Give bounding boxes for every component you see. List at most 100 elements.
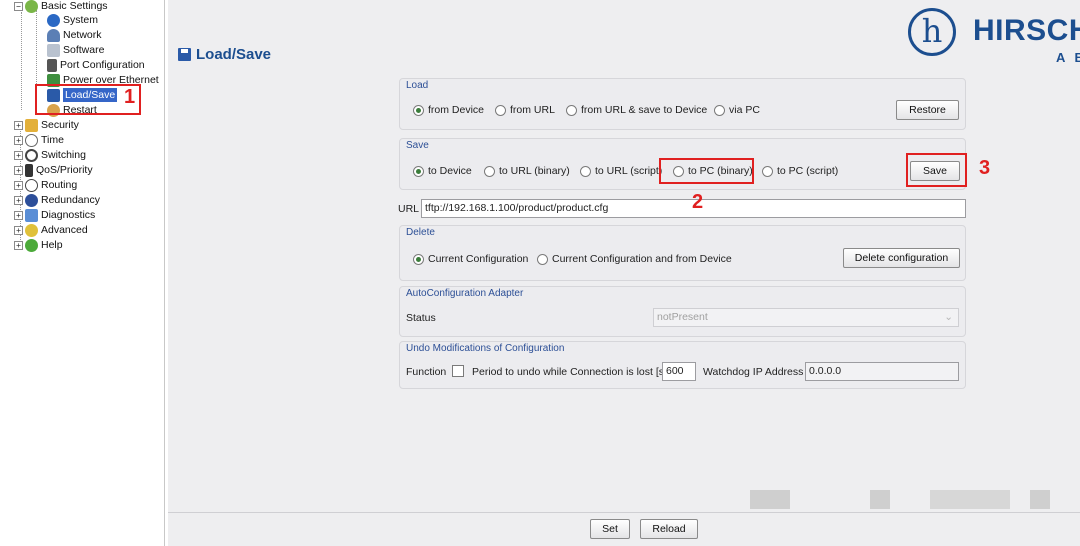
radio-selected-icon: [413, 104, 424, 116]
tree-item-security[interactable]: + Security: [14, 118, 79, 132]
navigation-tree: − Basic Settings System Network Software…: [0, 0, 165, 546]
redundancy-icon: [25, 193, 38, 207]
watchdog-input[interactable]: 0.0.0.0: [805, 362, 959, 381]
expand-icon[interactable]: +: [14, 165, 23, 175]
tree-item-time[interactable]: + Time: [14, 133, 64, 147]
routing-icon: [25, 178, 38, 192]
radio-load-from-url[interactable]: from URL: [495, 104, 555, 116]
radio-delete-current-and-from-device[interactable]: Current Configuration and from Device: [537, 253, 732, 265]
undo-panel-title: Undo Modifications of Configuration: [406, 343, 565, 354]
tree-item-system[interactable]: System: [47, 13, 98, 27]
diagnostics-icon: [25, 208, 38, 222]
tree-item-port-configuration[interactable]: Port Configuration: [47, 58, 145, 72]
radio-load-via-pc[interactable]: via PC: [714, 104, 760, 116]
network-icon: [47, 28, 60, 42]
tree-item-label: System: [63, 14, 99, 26]
radio-label: to PC (script): [777, 165, 839, 177]
expand-icon[interactable]: +: [14, 150, 23, 160]
tree-item-label: Redundancy: [41, 194, 100, 206]
radio-selected-icon: [413, 253, 424, 265]
tree-item-label: Time: [41, 134, 64, 146]
watchdog-label: Watchdog IP Address: [703, 366, 804, 378]
tree-item-network[interactable]: Network: [47, 28, 102, 42]
period-input[interactable]: 600: [662, 362, 696, 381]
blurred-watermark: [870, 490, 890, 509]
annotation-marker-2: 2: [692, 191, 704, 213]
port-icon: [47, 58, 57, 72]
tree-item-label: QoS/Priority: [36, 164, 93, 176]
software-icon: [47, 43, 60, 57]
period-label: Period to undo while Connection is lost …: [472, 366, 667, 378]
expand-icon[interactable]: +: [14, 120, 23, 130]
header: Load/Save h HIRSCH A B: [168, 0, 1080, 70]
clock-icon: [25, 133, 38, 147]
expand-icon[interactable]: +: [14, 210, 23, 220]
status-label: Status: [406, 312, 436, 324]
url-label: URL: [398, 203, 420, 215]
expand-icon[interactable]: +: [14, 180, 23, 190]
tree-item-help[interactable]: + Help: [14, 238, 63, 252]
radio-selected-icon: [413, 165, 424, 177]
annotation-box-3: [906, 153, 967, 187]
bottom-bar: Set Reload: [168, 512, 1080, 546]
lock-icon: [25, 118, 38, 132]
qos-icon: [25, 163, 33, 177]
radio-label: to URL (binary): [499, 165, 570, 177]
star-folder-icon: [25, 0, 38, 13]
tree-item-qos-priority[interactable]: + QoS/Priority: [14, 163, 93, 177]
function-label: Function: [406, 366, 447, 378]
switching-icon: [25, 148, 38, 162]
radio-icon: [484, 165, 495, 177]
tree-item-label: Routing: [41, 179, 78, 191]
annotation-marker-3: 3: [979, 157, 991, 179]
radio-label: from URL & save to Device: [581, 104, 708, 116]
blurred-watermark: [750, 490, 790, 509]
tree-item-software[interactable]: Software: [47, 43, 104, 57]
tree-item-advanced[interactable]: + Advanced: [14, 223, 88, 237]
tree-item-label: Advanced: [41, 224, 88, 236]
hirschmann-logo-icon: h: [908, 8, 956, 56]
tree-item-switching[interactable]: + Switching: [14, 148, 86, 162]
tree-item-redundancy[interactable]: + Redundancy: [14, 193, 100, 207]
tree-item-label: Help: [41, 239, 63, 251]
tree-item-routing[interactable]: + Routing: [14, 178, 77, 192]
undo-panel: Undo Modifications of Configuration Func…: [399, 341, 966, 389]
radio-load-from-url-save-to-device[interactable]: from URL & save to Device: [566, 104, 707, 116]
tree-item-diagnostics[interactable]: + Diagnostics: [14, 208, 95, 222]
radio-save-to-url-script[interactable]: to URL (script): [580, 165, 662, 177]
status-value: notPresent: [657, 311, 708, 323]
reload-button[interactable]: Reload: [640, 519, 698, 539]
delete-configuration-button[interactable]: Delete configuration: [843, 248, 960, 268]
function-checkbox[interactable]: [452, 365, 464, 377]
radio-icon: [566, 104, 577, 116]
radio-label: to Device: [428, 165, 472, 177]
radio-save-to-device[interactable]: to Device: [413, 165, 472, 177]
set-button[interactable]: Set: [590, 519, 630, 539]
autoconfig-panel: AutoConfiguration Adapter Status notPres…: [399, 286, 966, 337]
brand-logo-text: HIRSCH: [973, 14, 1080, 47]
radio-icon: [580, 165, 591, 177]
collapse-icon[interactable]: −: [14, 1, 23, 11]
expand-icon[interactable]: +: [14, 225, 23, 235]
expand-icon[interactable]: +: [14, 240, 23, 250]
tree-item-label: Port Configuration: [60, 59, 145, 71]
autoconfig-panel-title: AutoConfiguration Adapter: [406, 288, 524, 299]
star-icon: [25, 223, 38, 237]
tree-item-basic-settings[interactable]: − Basic Settings: [14, 0, 108, 13]
radio-delete-current-configuration[interactable]: Current Configuration: [413, 253, 528, 265]
tree-item-label: Basic Settings: [41, 0, 108, 12]
radio-label: Current Configuration and from Device: [552, 253, 732, 265]
blurred-watermark: [930, 490, 1010, 509]
page-title-text: Load/Save: [196, 46, 272, 63]
floppy-disk-icon: [178, 48, 191, 61]
restore-button[interactable]: Restore: [896, 100, 959, 120]
brand-logo-subtext: A B: [1056, 50, 1080, 65]
radio-save-to-pc-script[interactable]: to PC (script): [762, 165, 838, 177]
blurred-watermark: [1030, 490, 1050, 509]
expand-icon[interactable]: +: [14, 195, 23, 205]
tree-item-label: Diagnostics: [41, 209, 96, 221]
radio-save-to-url-binary[interactable]: to URL (binary): [484, 165, 570, 177]
expand-icon[interactable]: +: [14, 135, 23, 145]
chevron-down-icon: ⌄: [944, 311, 953, 323]
radio-load-from-device[interactable]: from Device: [413, 104, 484, 116]
